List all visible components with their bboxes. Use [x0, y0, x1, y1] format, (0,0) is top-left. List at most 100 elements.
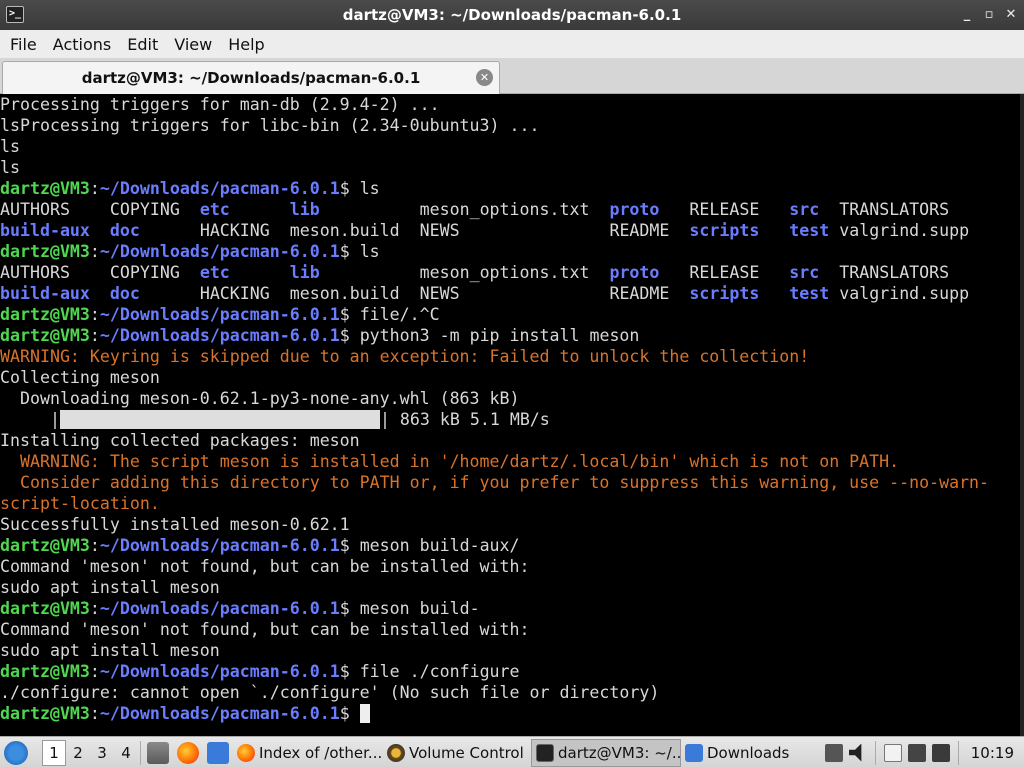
prompt-path: ~/Downloads/pacman-6.0.1: [99, 326, 340, 345]
download-progress-bar: [59, 410, 380, 429]
command-text: file ./configure: [359, 662, 520, 681]
prompt-line: dartz@VM3:~/Downloads/pacman-6.0.1$: [0, 703, 1024, 724]
ls-file: NEWS: [419, 221, 610, 240]
output-line: Downloading meson-0.62.1-py3-none-any.wh…: [0, 389, 520, 408]
menu-bar: File Actions Edit View Help: [0, 30, 1024, 58]
workspace-4[interactable]: 4: [114, 744, 138, 762]
task-downloads[interactable]: Downloads: [681, 739, 821, 767]
ls-file: AUTHORS: [0, 200, 110, 219]
taskbar: 1 2 3 4 Index of /other... Volume Contro…: [0, 736, 1024, 768]
ls-output-row: build-aux doc HACKING meson.build NEWS R…: [0, 220, 1024, 241]
output-line: Processing triggers for man-db (2.9.4-2)…: [0, 95, 440, 114]
ls-file: HACKING: [199, 284, 290, 303]
ls-file: AUTHORS: [0, 263, 110, 282]
ls-directory: etc: [199, 263, 290, 282]
warning-line: Consider adding this directory to PATH o…: [0, 473, 990, 492]
ls-directory: test: [789, 284, 840, 303]
output-line: Installing collected packages: meson: [0, 431, 360, 450]
volume-icon[interactable]: [848, 743, 862, 762]
clipboard-icon[interactable]: [883, 743, 902, 762]
menu-file[interactable]: File: [2, 35, 45, 54]
ls-file: NEWS: [419, 284, 610, 303]
menu-edit[interactable]: Edit: [119, 35, 166, 54]
ls-directory: etc: [199, 200, 290, 219]
text-cursor: [359, 704, 370, 723]
tray-applet-icon[interactable]: [824, 743, 843, 762]
prompt-line: dartz@VM3:~/Downloads/pacman-6.0.1$ file…: [0, 661, 1024, 682]
menu-view[interactable]: View: [166, 35, 220, 54]
prompt-symbol: $: [339, 179, 360, 198]
task-terminal[interactable]: dartz@VM3: ~/...: [531, 738, 681, 767]
ls-file: COPYING: [109, 263, 200, 282]
maximize-button[interactable]: ▫: [980, 5, 998, 23]
file-manager-launcher-icon[interactable]: [147, 741, 169, 764]
ls-output-row: AUTHORS COPYING etc lib meson_options.tx…: [0, 199, 1024, 220]
tab-terminal[interactable]: dartz@VM3: ~/Downloads/pacman-6.0.1 ✕: [2, 61, 500, 94]
prompt-path: ~/Downloads/pacman-6.0.1: [99, 179, 340, 198]
prompt-separator: :: [89, 599, 100, 618]
progress-line: | | 863 kB 5.1 MB/s: [0, 409, 1024, 430]
ls-file: meson_options.txt: [419, 263, 610, 282]
ls-file: meson.build: [289, 284, 420, 303]
ls-file: RELEASE: [689, 263, 790, 282]
minimize-button[interactable]: _: [958, 5, 976, 23]
ls-file: TRANSLATORS: [839, 263, 950, 282]
prompt-user: dartz@VM3: [0, 326, 90, 345]
ls-directory: src: [789, 200, 840, 219]
tab-label: dartz@VM3: ~/Downloads/pacman-6.0.1: [81, 69, 421, 87]
prompt-user: dartz@VM3: [0, 662, 90, 681]
ls-output-row: build-aux doc HACKING meson.build NEWS R…: [0, 283, 1024, 304]
keyboard-icon[interactable]: [907, 743, 926, 762]
tray-separator: [874, 740, 876, 765]
prompt-symbol: $: [339, 242, 360, 261]
prompt-path: ~/Downloads/pacman-6.0.1: [99, 242, 340, 261]
command-text: meson build-aux/: [359, 536, 520, 555]
task-label: Downloads: [707, 743, 790, 762]
output-line: lsProcessing triggers for libc-bin (2.34…: [0, 116, 540, 135]
task-volume-control[interactable]: Volume Control: [383, 739, 531, 767]
prompt-separator: :: [89, 242, 100, 261]
ls-file: meson_options.txt: [419, 200, 610, 219]
workspace-1[interactable]: 1: [42, 739, 66, 766]
terminal-output[interactable]: Processing triggers for man-db (2.9.4-2)…: [0, 94, 1024, 736]
terminal-icon: [536, 743, 554, 762]
volume-control-icon: [387, 743, 405, 762]
ls-directory: test: [789, 221, 840, 240]
firefox-launcher-icon[interactable]: [177, 741, 199, 764]
close-button[interactable]: ✕: [1002, 5, 1020, 23]
warning-line: WARNING: The script meson is installed i…: [0, 452, 900, 471]
workspace-2[interactable]: 2: [66, 744, 90, 762]
show-desktop-icon[interactable]: [207, 741, 229, 764]
command-text: ls: [359, 179, 380, 198]
menu-actions[interactable]: Actions: [45, 35, 119, 54]
prompt-separator: :: [89, 326, 100, 345]
ls-directory: lib: [289, 263, 420, 282]
output-line: sudo apt install meson: [0, 578, 220, 597]
progress-prefix: |: [0, 410, 60, 429]
prompt-symbol: $: [339, 536, 360, 555]
ls-directory: proto: [609, 200, 690, 219]
command-text: python3 -m pip install meson: [359, 326, 640, 345]
workspace-3[interactable]: 3: [90, 744, 114, 762]
network-icon[interactable]: [931, 743, 950, 762]
terminal-scrollbar[interactable]: [1020, 94, 1024, 736]
firefox-icon: [237, 743, 255, 762]
prompt-path: ~/Downloads/pacman-6.0.1: [99, 305, 340, 324]
start-menu-icon[interactable]: [4, 740, 28, 765]
task-firefox[interactable]: Index of /other...: [233, 739, 383, 767]
prompt-line: dartz@VM3:~/Downloads/pacman-6.0.1$ ls: [0, 241, 1024, 262]
output-line: Collecting meson: [0, 368, 160, 387]
tab-close-icon[interactable]: ✕: [476, 69, 493, 86]
menu-help[interactable]: Help: [220, 35, 272, 54]
prompt-user: dartz@VM3: [0, 536, 90, 555]
task-label: Volume Control: [409, 743, 524, 762]
task-label: Index of /other...: [259, 743, 383, 762]
ls-file: README: [609, 284, 690, 303]
prompt-separator: :: [89, 305, 100, 324]
command-text: meson build-: [359, 599, 480, 618]
ls-file: meson.build: [289, 221, 420, 240]
prompt-line: dartz@VM3:~/Downloads/pacman-6.0.1$ meso…: [0, 535, 1024, 556]
clock[interactable]: 10:19: [967, 744, 1018, 762]
window-titlebar[interactable]: >_ dartz@VM3: ~/Downloads/pacman-6.0.1 _…: [0, 0, 1024, 30]
output-line: ./configure: cannot open `./configure' (…: [0, 683, 660, 702]
